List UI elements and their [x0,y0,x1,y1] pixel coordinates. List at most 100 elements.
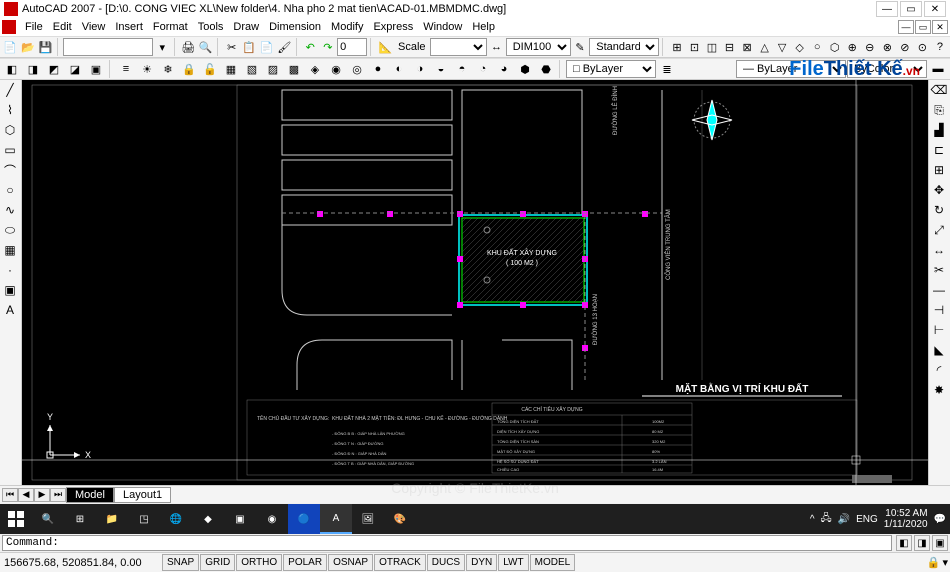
erase-icon[interactable]: ⌫ [929,80,949,100]
copy-icon2[interactable]: ⎘ [929,100,949,120]
stretch-icon[interactable]: ↔ [929,240,949,260]
dropdown-icon[interactable]: ▾ [154,38,171,56]
p23[interactable]: ⬣ [536,60,556,78]
status-icon[interactable]: ▾ [942,556,948,569]
lang-indicator[interactable]: ENG [856,514,878,525]
menu-modify[interactable]: Modify [326,19,368,35]
p21[interactable]: ◕ [494,60,514,78]
model-toggle[interactable]: MODEL [530,554,576,571]
text-icon[interactable]: A [0,300,20,320]
menu-insert[interactable]: Insert [110,19,148,35]
preview-icon[interactable]: 🔍 [198,38,215,56]
chrome-icon[interactable]: ◉ [256,504,288,534]
mdi-close[interactable]: ✕ [932,20,948,34]
cmd-icon1[interactable]: ◧ [896,535,912,551]
save-icon[interactable]: 💾 [37,38,54,56]
p22[interactable]: ⬢ [515,60,535,78]
break-icon[interactable]: ⊣ [929,300,949,320]
help-icon[interactable]: ? [932,38,949,56]
tab-first[interactable]: ⏮ [2,488,18,502]
taskview-icon[interactable]: ⊞ [64,504,96,534]
t5[interactable]: ⊠ [739,38,756,56]
tray-up-icon[interactable]: ^ [810,514,815,525]
close-button[interactable]: ✕ [924,1,946,17]
edge-icon[interactable]: 🌐 [160,504,192,534]
layermgr-icon[interactable]: ≣ [657,60,677,78]
dim-select[interactable]: DIM100 [506,38,571,56]
t12[interactable]: ⊖ [862,38,879,56]
line-icon[interactable]: ╱ [0,80,20,100]
chamfer-icon[interactable]: ◣ [929,340,949,360]
t13[interactable]: ⊗ [879,38,896,56]
plot-icon[interactable]: 🖨 [180,38,197,56]
app5-icon[interactable]: 🖼 [352,504,384,534]
menu-dimension[interactable]: Dimension [264,19,326,35]
minimize-button[interactable]: — [876,1,898,17]
copy-icon[interactable]: 📋 [241,38,258,56]
lwt-toggle[interactable]: LWT [498,554,528,571]
t10[interactable]: ⬡ [826,38,843,56]
scale-icon[interactable]: 📐 [377,38,394,56]
app3-icon[interactable]: ▣ [224,504,256,534]
app4-icon[interactable]: 🔵 [288,504,320,534]
hatch-icon[interactable]: ▦ [0,240,20,260]
mdi-minimize[interactable]: — [898,20,914,34]
p16[interactable]: ◐ [389,60,409,78]
clock[interactable]: 10:52 AM 1/11/2020 [884,508,928,530]
tab-last[interactable]: ⏭ [50,488,66,502]
lw-icon[interactable]: ▬ [928,60,948,78]
ellipse-icon[interactable]: ⬭ [0,220,20,240]
p5[interactable]: ▣ [86,60,106,78]
t3[interactable]: ◫ [704,38,721,56]
t9[interactable]: ○ [809,38,826,56]
p7[interactable]: 🔓 [200,60,220,78]
undo-icon[interactable]: ↶ [302,38,319,56]
tab-next[interactable]: ▶ [34,488,50,502]
array-icon[interactable]: ⊞ [929,160,949,180]
grid-toggle[interactable]: GRID [200,554,235,571]
layer-select[interactable]: □ ByLayer [566,60,656,78]
spline-icon[interactable]: ∿ [0,200,20,220]
redo-icon[interactable]: ↷ [320,38,337,56]
app1-icon[interactable]: ◳ [128,504,160,534]
t7[interactable]: ▽ [774,38,791,56]
new-icon[interactable]: 📄 [2,38,19,56]
style-select[interactable]: Standard [589,38,659,56]
color-select[interactable]: — ByLayer [736,60,846,78]
move-icon[interactable]: ✥ [929,180,949,200]
t2[interactable]: ⊡ [686,38,703,56]
match-icon[interactable]: 🖌 [276,38,293,56]
menu-edit[interactable]: Edit [48,19,77,35]
menu-help[interactable]: Help [467,19,500,35]
arc-icon[interactable]: ⌒ [0,160,20,180]
dim-icon[interactable]: ↔ [488,38,505,56]
p6[interactable]: 🔒 [179,60,199,78]
p10[interactable]: ▨ [263,60,283,78]
menu-file[interactable]: File [20,19,48,35]
trim-icon[interactable]: ✂ [929,260,949,280]
block-icon[interactable]: ▣ [0,280,20,300]
t1[interactable]: ⊞ [669,38,686,56]
cut-icon[interactable]: ✂ [223,38,240,56]
cmd-icon2[interactable]: ◨ [914,535,930,551]
osnap-toggle[interactable]: OSNAP [328,554,373,571]
annoscale-icon[interactable]: 🔒 [927,556,941,569]
menu-express[interactable]: Express [368,19,418,35]
menu-window[interactable]: Window [418,19,467,35]
p8[interactable]: ▦ [221,60,241,78]
t15[interactable]: ⊙ [914,38,931,56]
menu-tools[interactable]: Tools [193,19,229,35]
app2-icon[interactable]: ◆ [192,504,224,534]
p14[interactable]: ◎ [347,60,367,78]
search-icon[interactable]: 🔍 [32,504,64,534]
t6[interactable]: △ [756,38,773,56]
volume-icon[interactable]: 🔊 [838,514,850,525]
maximize-button[interactable]: ▭ [900,1,922,17]
mdi-restore[interactable]: ▭ [915,20,931,34]
explorer-icon[interactable]: 📁 [96,504,128,534]
otrack-toggle[interactable]: OTRACK [374,554,426,571]
t11[interactable]: ⊕ [844,38,861,56]
p11[interactable]: ▩ [284,60,304,78]
p20[interactable]: ◔ [473,60,493,78]
scale-icon2[interactable]: ⤢ [929,220,949,240]
